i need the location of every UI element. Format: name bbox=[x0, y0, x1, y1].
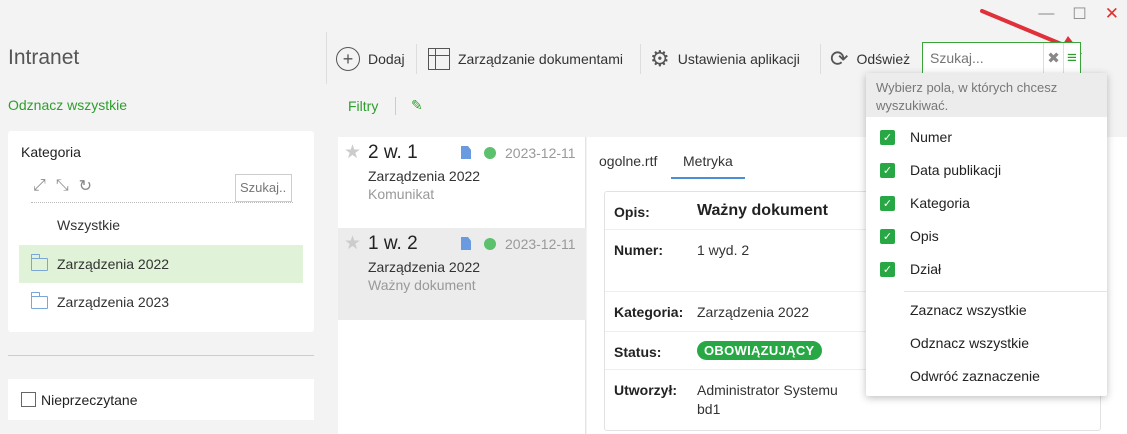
dropdown-header: Wybierz pola, w których chcesz wyszukiwa… bbox=[866, 73, 1107, 117]
unread-filter[interactable]: Nieprzeczytane bbox=[8, 379, 314, 420]
gear-icon: ⚙ bbox=[650, 46, 670, 71]
field-option-data-publikacji[interactable]: ✓ Data publikacji bbox=[880, 162, 1001, 178]
status-dot-icon bbox=[484, 238, 496, 250]
document-number: 2 w. 1 bbox=[368, 142, 418, 163]
status-value: OBOWIĄZUJĄCY bbox=[697, 341, 822, 360]
status-dot-icon bbox=[484, 147, 496, 159]
checkbox-checked-icon[interactable]: ✓ bbox=[880, 261, 895, 277]
document-number: 1 w. 2 bbox=[368, 233, 418, 254]
category-item-label: Wszystkie bbox=[57, 217, 120, 233]
field-option-opis[interactable]: ✓ Opis bbox=[880, 228, 939, 244]
divider bbox=[31, 202, 293, 203]
category-item-zarzadzenia-2023[interactable]: Zarządzenia 2023 bbox=[19, 283, 303, 321]
search-fields-menu-icon[interactable]: ≡ bbox=[1062, 43, 1080, 73]
expand-all-icon[interactable]: ⤢ bbox=[33, 177, 46, 195]
category-item-label: Zarządzenia 2023 bbox=[57, 294, 170, 310]
file-icon bbox=[461, 146, 471, 159]
clear-search-icon[interactable]: ✖ bbox=[1043, 43, 1063, 73]
category-title: Kategoria bbox=[21, 144, 81, 160]
search-fields-dropdown: Wybierz pola, w których chcesz wyszukiwa… bbox=[866, 73, 1107, 396]
document-description: Komunikat bbox=[368, 186, 435, 202]
close-icon[interactable]: ✕ bbox=[1105, 4, 1119, 24]
checkbox-checked-icon[interactable]: ✓ bbox=[880, 228, 895, 244]
app-title: Intranet bbox=[8, 46, 80, 69]
invert-selection-action[interactable]: Odwróć zaznaczenie bbox=[910, 368, 1040, 384]
toolbar-divider bbox=[640, 44, 641, 74]
tab-metryka[interactable]: Metryka bbox=[671, 153, 745, 179]
manage-documents-button[interactable]: Zarządzanie dokumentami bbox=[428, 44, 623, 74]
checkbox-checked-icon[interactable]: ✓ bbox=[880, 129, 895, 145]
kategoria-label: Kategoria: bbox=[614, 304, 684, 320]
add-button[interactable]: + Dodaj bbox=[336, 44, 405, 74]
tab-file[interactable]: ogolne.rtf bbox=[599, 153, 657, 177]
utworzyl-value-2: bd1 bbox=[697, 401, 721, 417]
star-icon[interactable]: ★ bbox=[344, 232, 361, 255]
category-tools: ⤢ ⤡ ↻ bbox=[33, 176, 92, 196]
document-item[interactable]: ★ 2 w. 1 2023-12-11 Zarządzenia 2022 Kom… bbox=[338, 137, 586, 229]
unread-checkbox[interactable] bbox=[21, 392, 36, 407]
search-input[interactable] bbox=[923, 43, 1043, 73]
numer-label: Numer: bbox=[614, 242, 664, 258]
deselect-all-action[interactable]: Odznacz wszystkie bbox=[910, 335, 1029, 351]
app-settings-button[interactable]: ⚙ Ustawienia aplikacji bbox=[650, 44, 800, 74]
field-option-label: Data publikacji bbox=[910, 162, 1002, 178]
plus-icon: + bbox=[336, 47, 360, 71]
refresh-tree-icon[interactable]: ↻ bbox=[79, 176, 92, 196]
folder-icon bbox=[31, 291, 48, 309]
kategoria-value: Zarządzenia 2022 bbox=[697, 304, 810, 320]
category-item-zarzadzenia-2022[interactable]: Zarządzenia 2022 bbox=[19, 245, 303, 283]
field-option-label: Opis bbox=[910, 228, 939, 244]
document-description: Ważny dokument bbox=[368, 277, 476, 293]
opis-value: Ważny dokument bbox=[697, 202, 828, 219]
add-label: Dodaj bbox=[368, 51, 405, 67]
refresh-label: Odśwież bbox=[856, 51, 911, 67]
document-list: ★ 2 w. 1 2023-12-11 Zarządzenia 2022 Kom… bbox=[338, 137, 586, 434]
category-panel: Kategoria ⤢ ⤡ ↻ Szukaj.. Wszystkie Zarzą… bbox=[8, 131, 314, 332]
category-item-all[interactable]: Wszystkie bbox=[19, 206, 303, 244]
opis-label: Opis: bbox=[614, 204, 650, 220]
refresh-icon: ⟳ bbox=[830, 46, 849, 71]
field-option-dzial[interactable]: ✓ Dział bbox=[880, 261, 941, 277]
document-date: 2023-12-11 bbox=[505, 145, 576, 161]
uncheck-all-link[interactable]: Odznacz wszystkie bbox=[8, 97, 127, 113]
status-badge: OBOWIĄZUJĄCY bbox=[697, 341, 822, 360]
document-date: 2023-12-11 bbox=[505, 236, 576, 252]
numer-value: 1 wyd. 2 bbox=[697, 242, 750, 258]
checkbox-checked-icon[interactable]: ✓ bbox=[880, 195, 895, 211]
toolbar-divider bbox=[820, 44, 821, 74]
filters-link[interactable]: Filtry bbox=[348, 98, 378, 114]
field-option-numer[interactable]: ✓ Numer bbox=[880, 129, 952, 145]
document-item[interactable]: ★ 1 w. 2 2023-12-11 Zarządzenia 2022 Waż… bbox=[338, 228, 586, 320]
utworzyl-value: Administrator Systemu bbox=[697, 382, 838, 398]
field-option-label: Numer bbox=[910, 129, 953, 145]
category-search-input[interactable]: Szukaj.. bbox=[235, 174, 292, 202]
utworzyl-label: Utworzył: bbox=[614, 382, 677, 398]
refresh-button[interactable]: ⟳ Odśwież bbox=[830, 44, 910, 74]
toolbar-divider bbox=[326, 32, 327, 84]
status-label: Status: bbox=[614, 344, 662, 360]
app-settings-label: Ustawienia aplikacji bbox=[677, 51, 800, 67]
document-category: Zarządzenia 2022 bbox=[368, 168, 481, 184]
field-option-label: Kategoria bbox=[910, 195, 970, 211]
category-item-label: Zarządzenia 2022 bbox=[57, 256, 170, 272]
select-all-action[interactable]: Zaznacz wszystkie bbox=[910, 302, 1027, 318]
checkbox-checked-icon[interactable]: ✓ bbox=[880, 162, 895, 178]
file-icon bbox=[461, 237, 471, 250]
field-option-label: Dział bbox=[910, 261, 942, 277]
document-grid-icon bbox=[428, 48, 450, 70]
folder-icon bbox=[31, 253, 48, 271]
field-option-kategoria[interactable]: ✓ Kategoria bbox=[880, 195, 970, 211]
edit-filters-icon[interactable]: ✎ bbox=[411, 97, 423, 114]
divider bbox=[395, 97, 396, 115]
search-box: ✖ ≡ bbox=[922, 42, 1081, 74]
divider bbox=[8, 355, 314, 356]
collapse-all-icon[interactable]: ⤡ bbox=[56, 177, 69, 195]
divider bbox=[904, 291, 1107, 292]
toolbar-divider bbox=[416, 44, 417, 74]
manage-documents-label: Zarządzanie dokumentami bbox=[458, 51, 623, 67]
star-icon[interactable]: ★ bbox=[344, 141, 361, 164]
document-category: Zarządzenia 2022 bbox=[368, 259, 481, 275]
unread-label: Nieprzeczytane bbox=[41, 391, 138, 408]
